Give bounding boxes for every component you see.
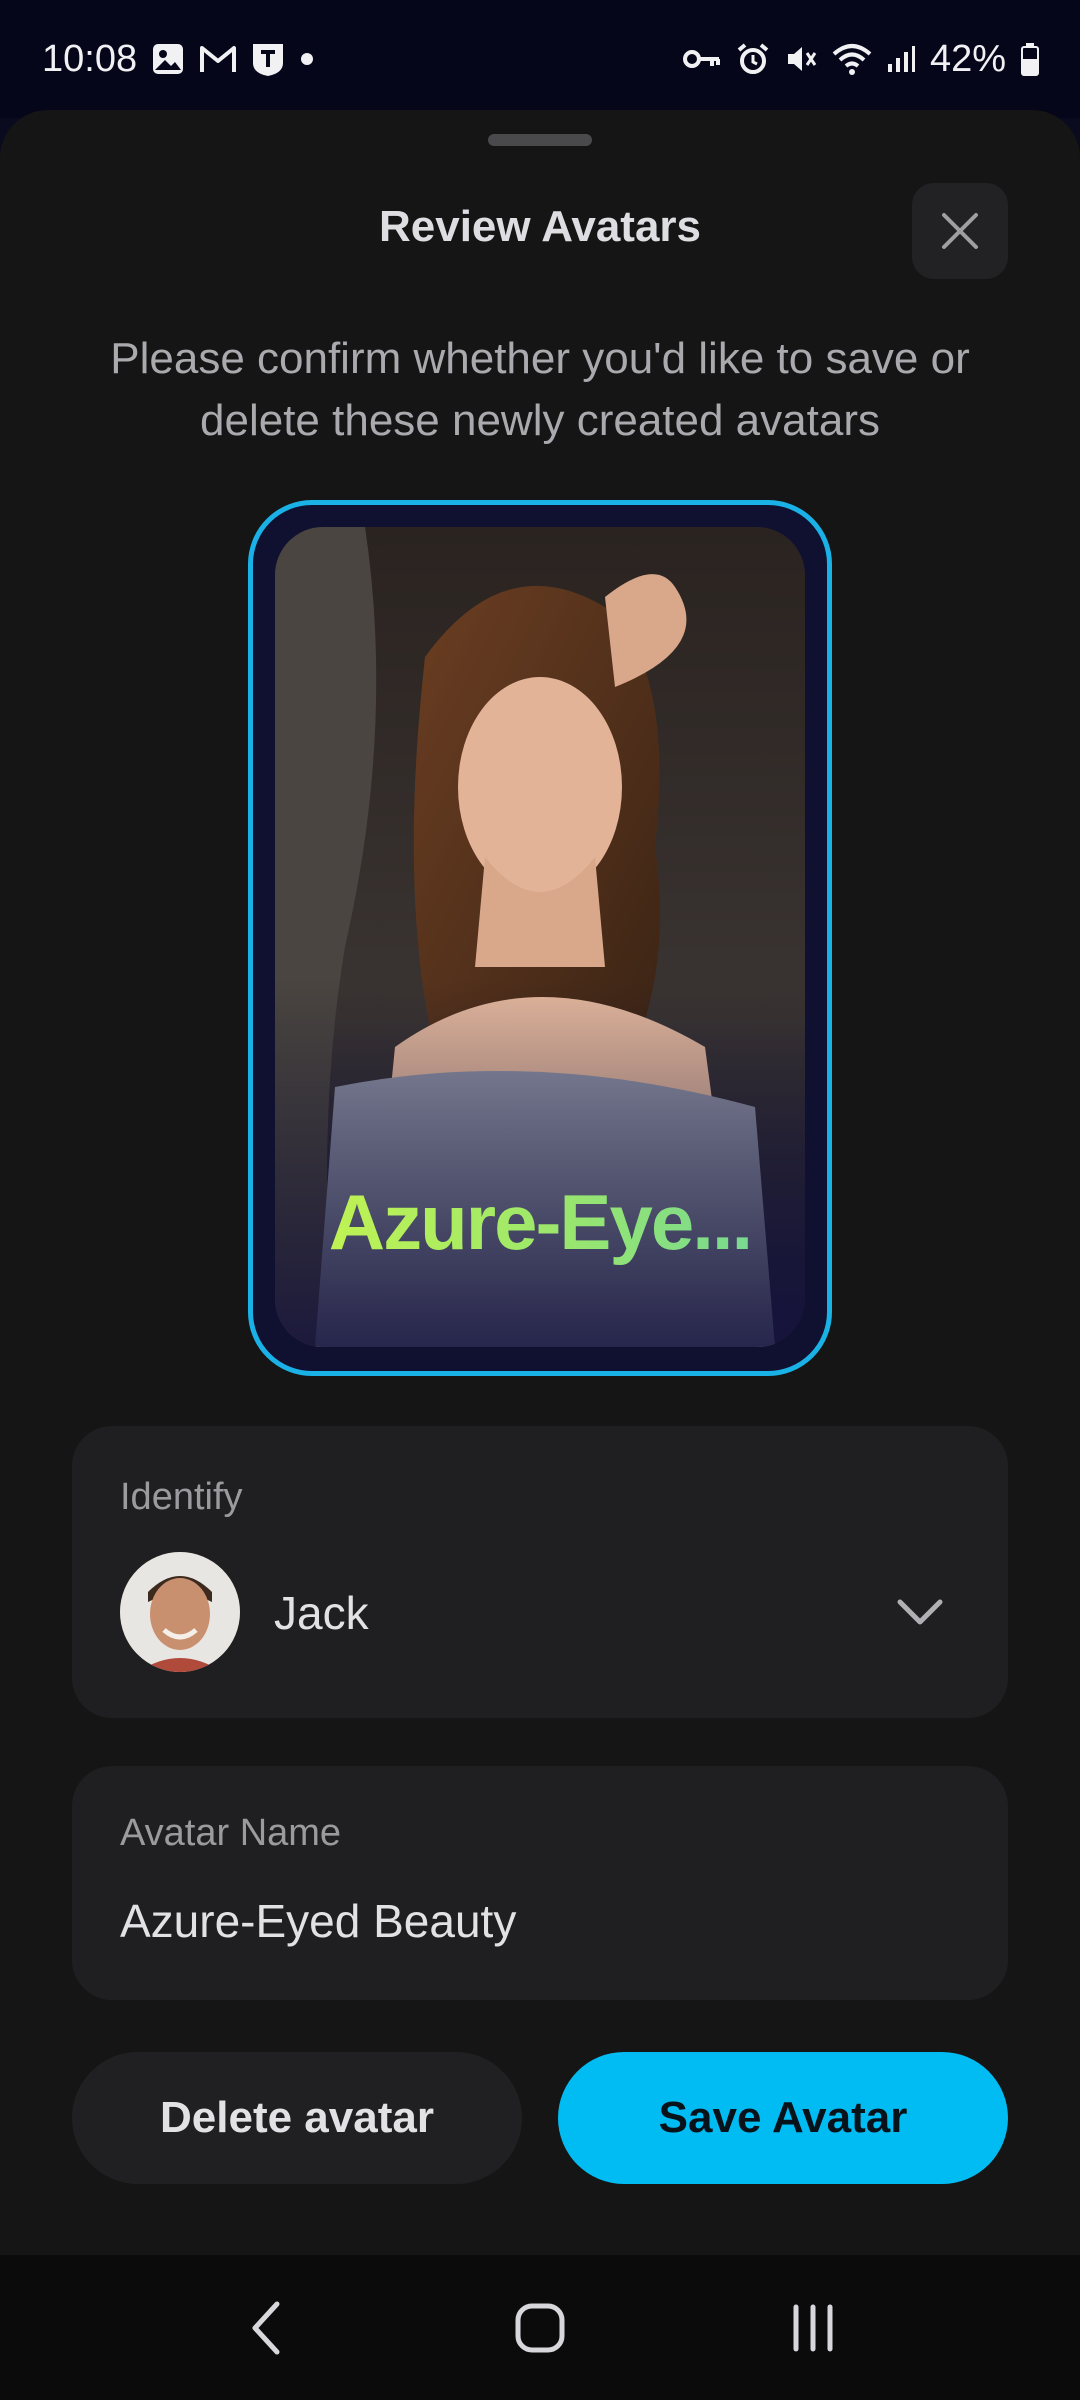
recent-apps-button[interactable] <box>773 2288 853 2368</box>
signal-icon <box>886 44 916 74</box>
close-icon <box>942 213 978 249</box>
mute-icon <box>784 42 818 76</box>
review-avatars-sheet: Review Avatars Please confirm whether yo… <box>0 110 1080 2255</box>
back-icon <box>252 2301 280 2354</box>
avatar-image: Azure-Eye... <box>275 527 805 1347</box>
battery-icon <box>1020 42 1040 76</box>
home-button[interactable] <box>500 2288 580 2368</box>
alarm-icon <box>736 42 770 76</box>
chevron-down-icon <box>897 1599 943 1625</box>
sheet-drag-handle[interactable] <box>488 134 592 146</box>
image-icon <box>151 42 185 76</box>
avatar-name-field[interactable]: Avatar Name Azure-Eyed Beauty <box>72 1766 1008 2000</box>
status-left: 10:08 <box>42 38 315 81</box>
wifi-icon <box>832 42 872 76</box>
avatar-name-input[interactable]: Azure-Eyed Beauty <box>120 1894 516 1948</box>
home-icon <box>515 2303 565 2352</box>
save-avatar-button[interactable]: Save Avatar <box>558 2052 1008 2184</box>
status-time: 10:08 <box>42 37 138 80</box>
close-button[interactable] <box>912 183 1008 279</box>
t-app-icon <box>251 41 285 77</box>
system-nav-bar <box>0 2255 1080 2400</box>
avatar-overlay-name: Azure-Eye... <box>275 1177 805 1268</box>
sheet-subtitle: Please confirm whether you'd like to sav… <box>110 334 970 445</box>
identify-label: Identify <box>120 1476 243 1518</box>
gmail-icon <box>199 44 237 74</box>
identify-selected-name: Jack <box>274 1587 369 1639</box>
identify-dropdown[interactable]: Identify Jack <box>72 1426 1008 1718</box>
delete-avatar-button[interactable]: Delete avatar <box>72 2052 522 2184</box>
battery-percent: 42% <box>929 37 1006 80</box>
avatar-preview-card[interactable]: Azure-Eye... <box>248 500 832 1376</box>
recent-apps-icon <box>793 2304 833 2351</box>
identify-avatar <box>120 1552 240 1672</box>
status-right: 42% <box>682 38 1040 81</box>
back-button[interactable] <box>227 2288 307 2368</box>
dot-icon <box>299 51 315 67</box>
status-bar: 10:08 42% <box>0 0 1080 118</box>
vpn-key-icon <box>682 46 722 72</box>
avatar-name-label: Avatar Name <box>120 1812 342 1854</box>
